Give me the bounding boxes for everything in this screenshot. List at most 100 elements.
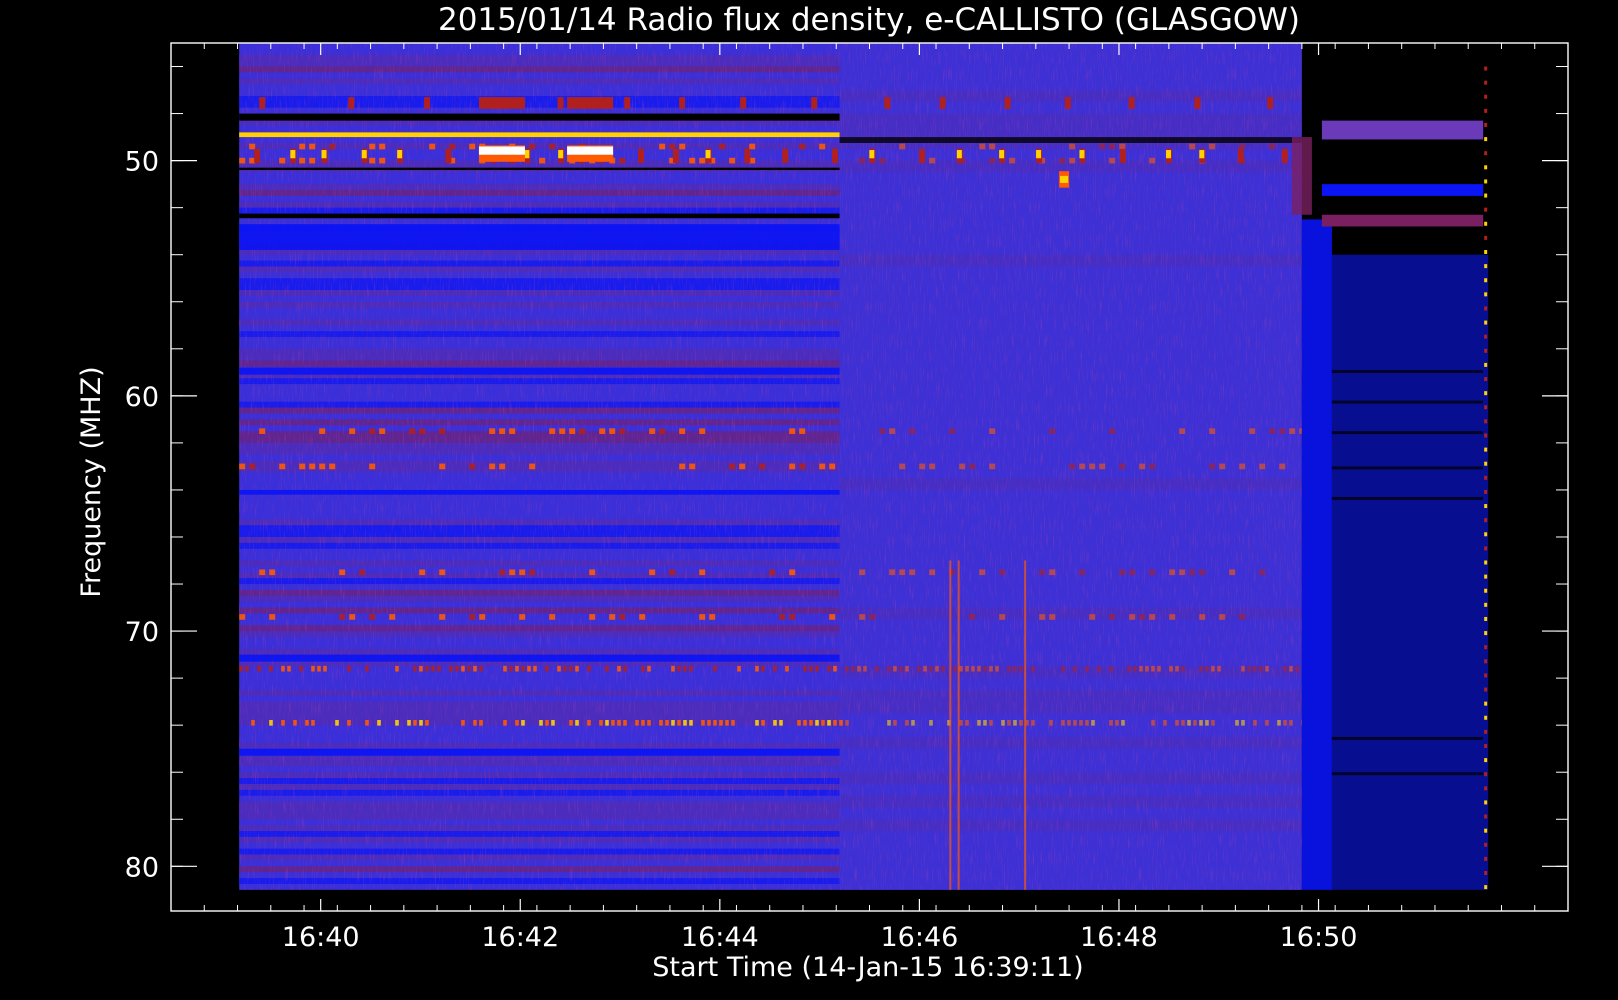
interference-mark: [1169, 614, 1176, 620]
interference-mark: [659, 428, 666, 434]
interference-mark: [1259, 665, 1263, 672]
interference-mark: [557, 665, 561, 672]
chart-title: 2015/01/14 Radio flux density, e-CALLIST…: [438, 2, 1300, 38]
x-tick-label: 16:48: [1080, 922, 1158, 953]
interference-mark: [369, 157, 376, 164]
interference-mark: [1007, 665, 1011, 672]
interference-mark: [623, 719, 627, 726]
x-tick-label: 16:50: [1280, 922, 1358, 953]
interference-mark: [639, 614, 646, 620]
interference-mark: [305, 719, 309, 726]
interference-mark: [879, 428, 886, 434]
interference-mark: [689, 157, 696, 164]
y-axis-label: Frequency (MHZ): [76, 366, 107, 597]
frequency-band: [239, 748, 840, 756]
interference-mark: [1059, 157, 1066, 164]
interference-mark: [969, 614, 976, 620]
interference-mark: [1219, 614, 1226, 620]
interference-mark: [1169, 569, 1176, 576]
burst-mark: [956, 150, 962, 159]
interference-mark: [419, 665, 423, 672]
interference-mark: [509, 569, 516, 576]
interference-mark: [769, 569, 776, 576]
interference-mark: [251, 719, 255, 726]
interference-mark: [309, 157, 316, 164]
x-tick-label: 16:44: [681, 922, 759, 953]
interference-mark: [1241, 719, 1245, 726]
interference-mark: [1129, 569, 1136, 576]
interference-mark: [905, 665, 909, 672]
burst-mark: [1064, 97, 1071, 109]
interference-mark: [309, 463, 316, 470]
interference-mark: [1289, 665, 1293, 672]
burst-mark: [1024, 560, 1027, 890]
interference-mark: [365, 719, 369, 726]
interference-mark: [755, 719, 759, 726]
interference-mark: [949, 428, 956, 434]
interference-mark: [689, 719, 693, 726]
interference-mark: [1151, 719, 1155, 726]
interference-mark: [609, 614, 616, 620]
interference-mark: [1039, 614, 1046, 620]
interference-mark: [549, 614, 556, 620]
interference-mark: [599, 719, 603, 726]
interference-mark: [359, 569, 366, 576]
interference-mark: [419, 428, 426, 434]
interference-mark: [545, 665, 549, 672]
burst-mark: [782, 148, 789, 163]
interference-mark: [1115, 719, 1119, 726]
interference-mark: [1089, 463, 1096, 470]
interference-mark: [1283, 665, 1287, 672]
y-tick-label: 70: [125, 617, 159, 648]
data-gap: [239, 113, 840, 121]
interference-mark: [545, 719, 549, 726]
interference-mark: [671, 719, 675, 726]
burst-mark: [869, 150, 875, 159]
interference-mark: [369, 463, 376, 470]
interference-mark: [719, 143, 726, 150]
frequency-band: [239, 367, 840, 375]
post-recording-band: [1321, 214, 1484, 227]
interference-mark: [669, 569, 676, 576]
interference-mark: [575, 719, 579, 726]
interference-mark: [539, 719, 543, 726]
interference-mark: [1209, 428, 1216, 434]
interference-mark: [893, 719, 897, 726]
interference-mark: [1199, 719, 1203, 726]
interference-mark: [281, 719, 285, 726]
interference-mark: [899, 665, 903, 672]
interference-mark: [749, 143, 756, 150]
burst-mark: [259, 97, 266, 109]
interference-mark: [1097, 665, 1101, 672]
interference-mark: [649, 428, 656, 434]
interference-mark: [859, 157, 866, 164]
interference-mark: [239, 463, 246, 470]
interference-mark: [641, 665, 645, 672]
interference-mark: [1205, 665, 1209, 672]
y-tick-label: 80: [125, 852, 159, 883]
edge-mark: [1484, 475, 1488, 480]
interference-mark: [1269, 143, 1276, 150]
interference-mark: [269, 665, 273, 672]
frequency-band: [239, 224, 840, 251]
edge-mark: [1484, 419, 1488, 424]
interference-mark: [1199, 569, 1206, 576]
interference-mark: [503, 665, 507, 672]
interference-mark: [299, 665, 303, 672]
edge-mark: [1484, 772, 1488, 777]
interference-mark: [799, 463, 806, 470]
interference-mark: [569, 665, 573, 672]
interference-mark: [239, 157, 246, 164]
interference-mark: [519, 614, 526, 620]
interference-mark: [959, 665, 963, 672]
edge-mark: [1484, 447, 1488, 452]
interference-mark: [377, 719, 381, 726]
interference-mark: [803, 719, 807, 726]
burst-mark: [290, 150, 296, 159]
interference-mark: [1109, 428, 1116, 434]
interference-mark: [425, 719, 429, 726]
edge-mark: [1484, 235, 1488, 240]
interference-mark: [279, 463, 286, 470]
interference-mark: [969, 463, 976, 470]
burst-mark: [348, 97, 355, 109]
